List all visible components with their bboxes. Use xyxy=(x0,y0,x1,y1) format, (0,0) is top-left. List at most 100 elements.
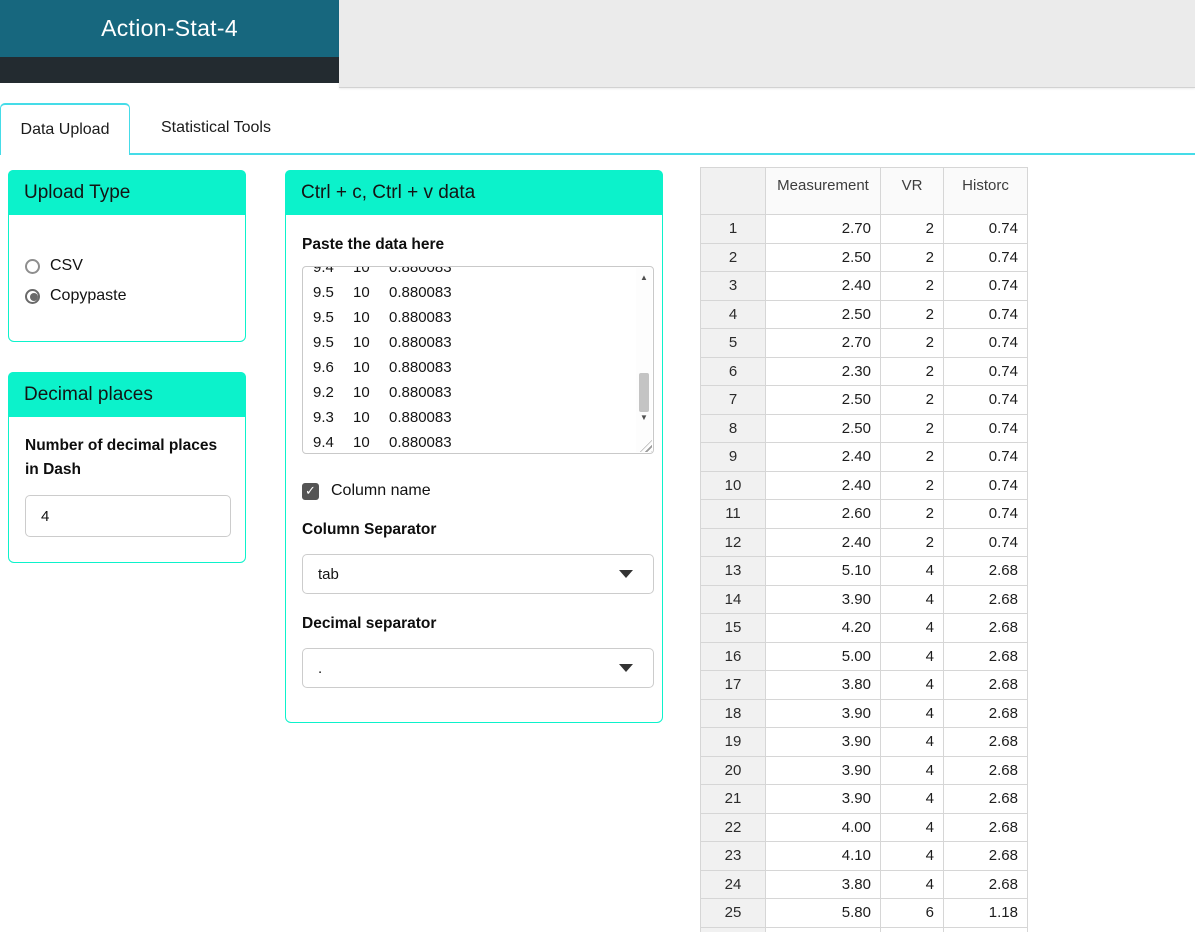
data-cell: 2.68 xyxy=(943,698,1028,728)
row-index-cell: 3 xyxy=(700,271,766,301)
upload-type-card: Upload Type CSV Copypaste xyxy=(8,170,246,342)
table-body: 1 2.70 2 0.74 2 2.50 2 0.74 3 2.40 2 0.74 4 2.50 2 0.74… xyxy=(700,214,1028,932)
data-cell: 2 xyxy=(880,527,944,557)
table-row: 23 4.10 4 2.68 xyxy=(700,841,1028,871)
decimal-places-input[interactable] xyxy=(25,495,231,538)
table-row-partial xyxy=(700,926,1028,932)
column-separator-label: Column Separator xyxy=(302,521,437,539)
data-cell: 2.50 xyxy=(765,299,881,329)
data-cell: 3.90 xyxy=(765,755,881,785)
row-index-cell: 9 xyxy=(700,442,766,472)
row-index-cell: 4 xyxy=(700,299,766,329)
row-index-cell: 17 xyxy=(700,670,766,700)
paste-textarea-content: 9.4 10 0.880083 9.5 10 0.880083 9.5 10 0.880083 9… xyxy=(303,267,636,453)
data-cell: 2.68 xyxy=(943,755,1028,785)
textarea-line: 9.6 10 0.880083 xyxy=(313,359,452,377)
data-cell: 1.18 xyxy=(943,898,1028,928)
data-cell: 2.68 xyxy=(943,784,1028,814)
row-index-cell: 18 xyxy=(700,698,766,728)
table-row: 21 3.90 4 2.68 xyxy=(700,784,1028,814)
data-cell: 4 xyxy=(880,727,944,757)
data-cell: 4 xyxy=(880,755,944,785)
row-index-cell: 21 xyxy=(700,784,766,814)
table-row: 1 2.70 2 0.74 xyxy=(700,214,1028,244)
tab-data-upload[interactable]: Data Upload xyxy=(0,103,130,155)
table-row: 24 3.80 4 2.68 xyxy=(700,869,1028,899)
data-cell: 4 xyxy=(880,812,944,842)
paste-textarea[interactable]: 9.4 10 0.880083 9.5 10 0.880083 9.5 10 0.880083 9… xyxy=(302,266,654,455)
data-cell: 2 xyxy=(880,214,944,244)
paste-data-card-title: Ctrl + c, Ctrl + v data xyxy=(285,170,663,215)
textarea-line: 9.5 10 0.880083 xyxy=(313,334,452,352)
column-header: Historc xyxy=(943,167,1028,215)
data-cell: 0.74 xyxy=(943,356,1028,386)
column-separator-select[interactable]: tab xyxy=(302,554,654,595)
radio-unselected-icon[interactable] xyxy=(25,258,40,274)
table-row: 6 2.30 2 0.74 xyxy=(700,356,1028,386)
data-table: Measurement VR Historc 1 2.70 2 0.74 2 2.50 2 0.7… xyxy=(700,167,1029,932)
data-cell: 4 xyxy=(880,698,944,728)
data-cell: 2 xyxy=(880,328,944,358)
data-cell: 4.10 xyxy=(765,841,881,871)
tab-statistical-tools[interactable]: Statistical Tools xyxy=(130,103,302,155)
data-cell: 2 xyxy=(880,299,944,329)
data-cell: 2.68 xyxy=(943,641,1028,671)
data-cell: 2 xyxy=(880,442,944,472)
data-cell: 2 xyxy=(880,413,944,443)
table-row: 11 2.60 2 0.74 xyxy=(700,499,1028,529)
data-cell: 4 xyxy=(880,641,944,671)
radio-option-copypaste[interactable]: Copypaste xyxy=(25,287,229,305)
data-cell: 0.74 xyxy=(943,299,1028,329)
data-cell: 2.60 xyxy=(765,499,881,529)
row-index-cell: 23 xyxy=(700,841,766,871)
row-index-cell: 22 xyxy=(700,812,766,842)
row-index-cell: 12 xyxy=(700,527,766,557)
radio-option-label: CSV xyxy=(50,257,83,274)
table-row: 17 3.80 4 2.68 xyxy=(700,670,1028,700)
scroll-down-icon[interactable]: ▼ xyxy=(636,410,652,424)
row-index-cell: 11 xyxy=(700,499,766,529)
radio-selected-icon[interactable] xyxy=(25,288,40,304)
table-row: 13 5.10 4 2.68 xyxy=(700,556,1028,586)
column-name-checkbox[interactable]: Column name xyxy=(302,482,646,500)
table-row: 9 2.40 2 0.74 xyxy=(700,442,1028,472)
table-row: 14 3.90 4 2.68 xyxy=(700,584,1028,614)
app-title: Action-Stat-4 xyxy=(101,15,238,41)
data-cell: 2 xyxy=(880,242,944,272)
textarea-scrollbar[interactable]: ▲ ▼ xyxy=(636,268,652,453)
table-row: 12 2.40 2 0.74 xyxy=(700,527,1028,557)
table-header-row: Measurement VR Historc xyxy=(700,167,1028,215)
column-header: VR xyxy=(880,167,944,215)
table-row: 10 2.40 2 0.74 xyxy=(700,470,1028,500)
row-index-cell: 24 xyxy=(700,869,766,899)
data-cell: 4 xyxy=(880,841,944,871)
data-cell: 2.68 xyxy=(943,841,1028,871)
data-cell: 2.30 xyxy=(765,356,881,386)
checkbox-checked-icon[interactable] xyxy=(302,482,319,500)
data-cell: 2.70 xyxy=(765,214,881,244)
scroll-up-icon[interactable]: ▲ xyxy=(636,270,652,284)
radio-option-csv[interactable]: CSV xyxy=(25,257,229,275)
row-index-cell: 7 xyxy=(700,385,766,415)
scrollbar-thumb[interactable] xyxy=(639,372,649,412)
data-cell: 0.74 xyxy=(943,413,1028,443)
data-cell: 2 xyxy=(880,271,944,301)
data-cell: 5.00 xyxy=(765,641,881,671)
tab-filler xyxy=(302,103,1195,155)
data-cell: 0.74 xyxy=(943,527,1028,557)
data-cell: 0.74 xyxy=(943,328,1028,358)
decimal-separator-select[interactable]: . xyxy=(302,648,654,689)
data-cell: 3.90 xyxy=(765,698,881,728)
row-index-cell: 15 xyxy=(700,613,766,643)
decimal-places-label: Number of decimal places in Dash xyxy=(25,437,218,479)
data-cell: 3.90 xyxy=(765,784,881,814)
data-cell: 2.68 xyxy=(943,613,1028,643)
column-header: Measurement xyxy=(765,167,881,215)
table-row: 25 5.80 6 1.18 xyxy=(700,898,1028,928)
chevron-down-icon xyxy=(619,570,633,579)
data-cell: 2.68 xyxy=(943,556,1028,586)
data-cell: 2.40 xyxy=(765,527,881,557)
index-column-header xyxy=(700,167,766,215)
row-index-cell: 5 xyxy=(700,328,766,358)
app-header: Action-Stat-4 xyxy=(0,0,339,57)
